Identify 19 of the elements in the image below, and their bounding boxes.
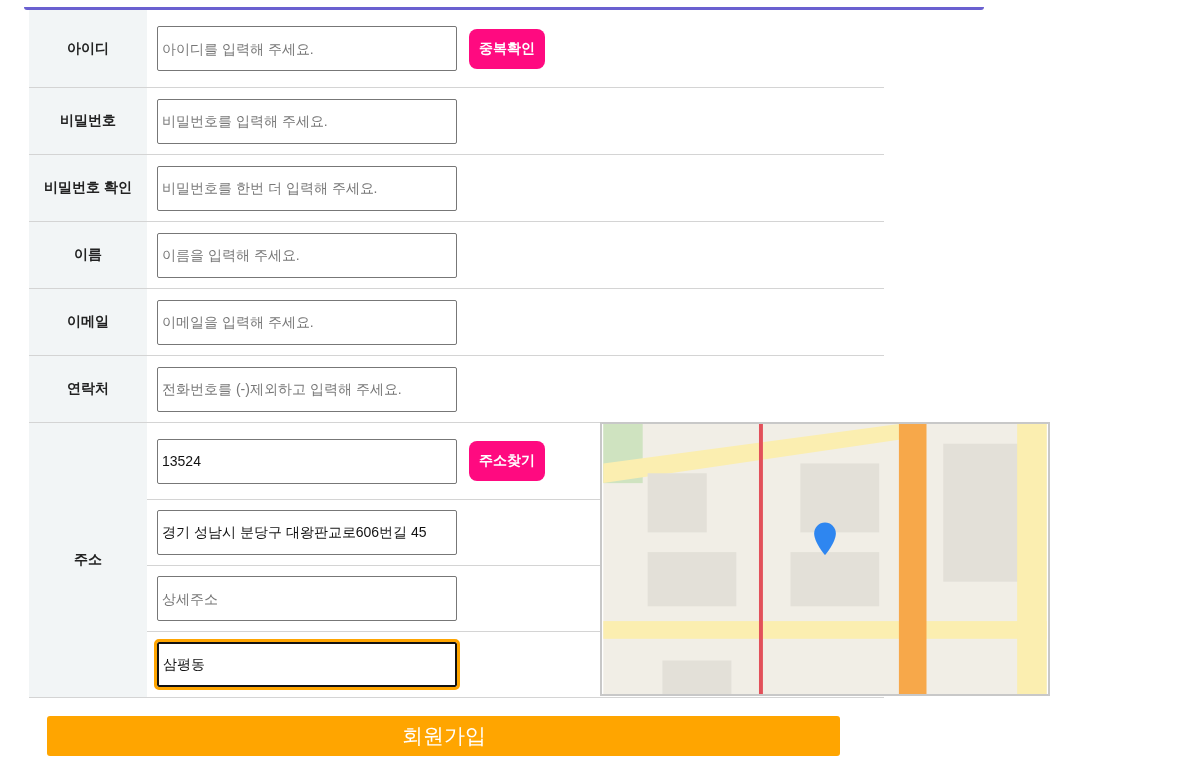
- input-field[interactable]: 이메일을 입력해 주세요.: [157, 299, 457, 345]
- input-field[interactable]: 비밀번호를 입력해 주세요.: [157, 98, 457, 144]
- field-label: 이름: [29, 222, 147, 288]
- input-field[interactable]: 비밀번호를 한번 더 입력해 주세요.: [157, 165, 457, 211]
- field-label: 비밀번호: [29, 88, 147, 154]
- field-label: 비밀번호 확인: [29, 155, 147, 221]
- field-label: 아이디: [29, 10, 147, 87]
- field-label: 이메일: [29, 289, 147, 355]
- input-field[interactable]: 상세주소: [157, 576, 457, 621]
- input-field[interactable]: 전화번호를 (-)제외하고 입력해 주세요.: [157, 366, 457, 412]
- input-field[interactable]: 이름을 입력해 주세요.: [157, 232, 457, 278]
- input-field[interactable]: 경기 성남시 분당구 대왕판교로606번길 45: [157, 510, 457, 555]
- field-label: 연락처: [29, 356, 147, 422]
- input-field[interactable]: 아이디를 입력해 주세요.: [157, 26, 457, 71]
- duplicate-check-button[interactable]: 중복확인: [469, 28, 545, 69]
- input-field[interactable]: 13524: [157, 438, 457, 484]
- input-field[interactable]: 삼평동: [157, 642, 457, 687]
- address-search-button[interactable]: 주소찾기: [469, 441, 545, 481]
- field-label: 주소: [29, 423, 147, 697]
